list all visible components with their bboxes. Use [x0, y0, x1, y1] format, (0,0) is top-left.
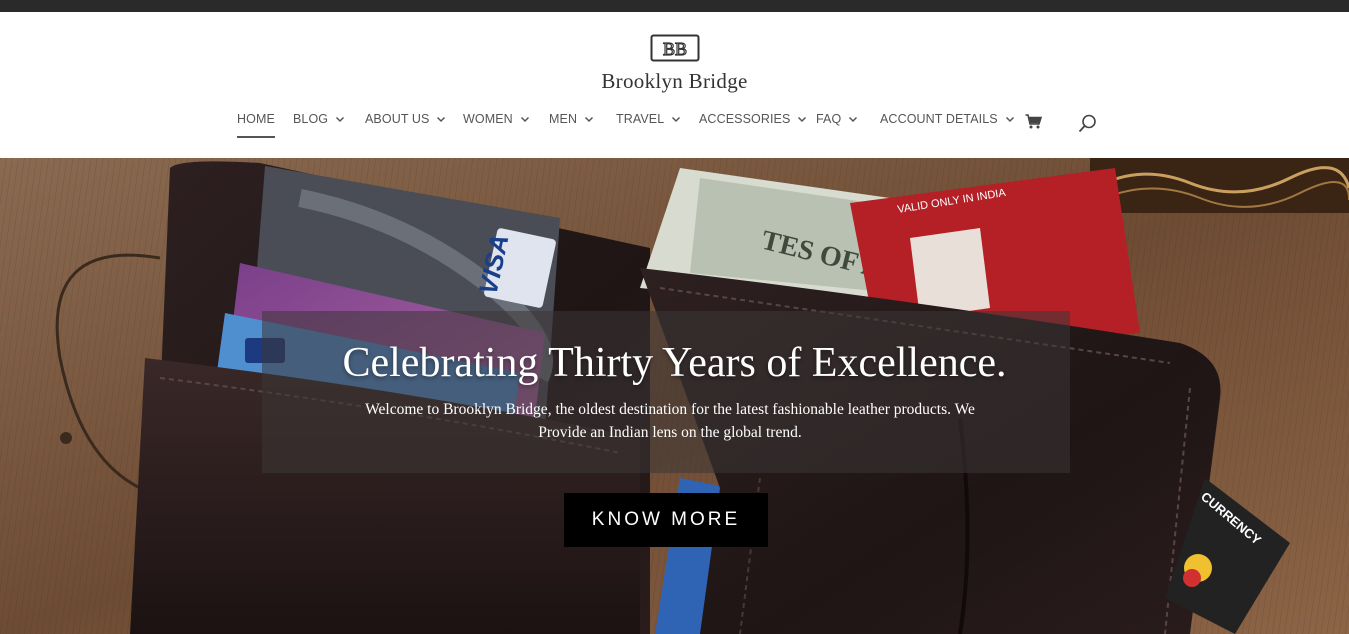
nav-item-label: TRAVEL: [616, 112, 665, 126]
hero-subline: Welcome to Brooklyn Bridge, the oldest d…: [312, 398, 1028, 444]
hero-subline-line-1: Welcome to Brooklyn Bridge, the oldest d…: [365, 401, 975, 418]
nav-item-blog[interactable]: BLOG: [293, 112, 345, 142]
nav-item-label: ACCESSORIES: [699, 112, 791, 126]
nav-item-accessories[interactable]: ACCESSORIES: [699, 112, 807, 142]
chevron-down-icon: [336, 116, 345, 123]
hero-text-panel: [262, 311, 1070, 473]
brand-name: Brooklyn Bridge: [601, 69, 748, 93]
nav-item-label: FAQ: [816, 112, 842, 126]
nav-item-label: HOME: [237, 112, 275, 126]
nav-item-travel[interactable]: TRAVEL: [616, 112, 681, 142]
chevron-down-icon: [672, 116, 681, 123]
nav-item-men[interactable]: MEN: [549, 112, 594, 142]
cart-icon[interactable]: [1025, 114, 1042, 129]
nav-item-label: ABOUT US: [365, 112, 430, 126]
hero-banner: TES OF AMERICA VALID ONLY IN INDIA VISA …: [0, 158, 1349, 634]
brand-monogram-icon: BB: [650, 34, 699, 62]
nav-item-home[interactable]: HOME: [237, 112, 275, 138]
nav-item-label: BLOG: [293, 112, 329, 126]
svg-text:BB: BB: [662, 39, 686, 59]
site-header: BB Brooklyn Bridge HOME BLOG ABOUT US WO…: [0, 12, 1349, 158]
chevron-down-icon: [849, 116, 858, 123]
nav-item-label: WOMEN: [463, 112, 513, 126]
main-nav: HOME BLOG ABOUT US WOMEN MEN TRAVEL ACCE…: [0, 112, 1349, 142]
nav-item-account-details[interactable]: ACCOUNT DETAILS: [880, 112, 1015, 142]
nav-item-about-us[interactable]: ABOUT US: [365, 112, 446, 142]
know-more-button[interactable]: KNOW MORE: [564, 493, 768, 547]
chevron-down-icon: [520, 116, 529, 123]
chevron-down-icon: [585, 116, 594, 123]
hero-subline-line-2: Provide an Indian lens on the global tre…: [538, 424, 802, 441]
nav-item-faq[interactable]: FAQ: [816, 112, 858, 142]
nav-item-label: ACCOUNT DETAILS: [880, 112, 998, 126]
hero-headline: Celebrating Thirty Years of Excellence.: [342, 340, 1007, 386]
chevron-down-icon: [1005, 116, 1014, 123]
site-logo[interactable]: BB Brooklyn Bridge: [0, 34, 1349, 94]
top-bar: [0, 0, 1349, 12]
nav-item-women[interactable]: WOMEN: [463, 112, 530, 142]
nav-item-label: MEN: [549, 112, 578, 126]
chevron-down-icon: [437, 116, 446, 123]
chevron-down-icon: [798, 116, 807, 123]
search-icon[interactable]: [1078, 114, 1097, 133]
